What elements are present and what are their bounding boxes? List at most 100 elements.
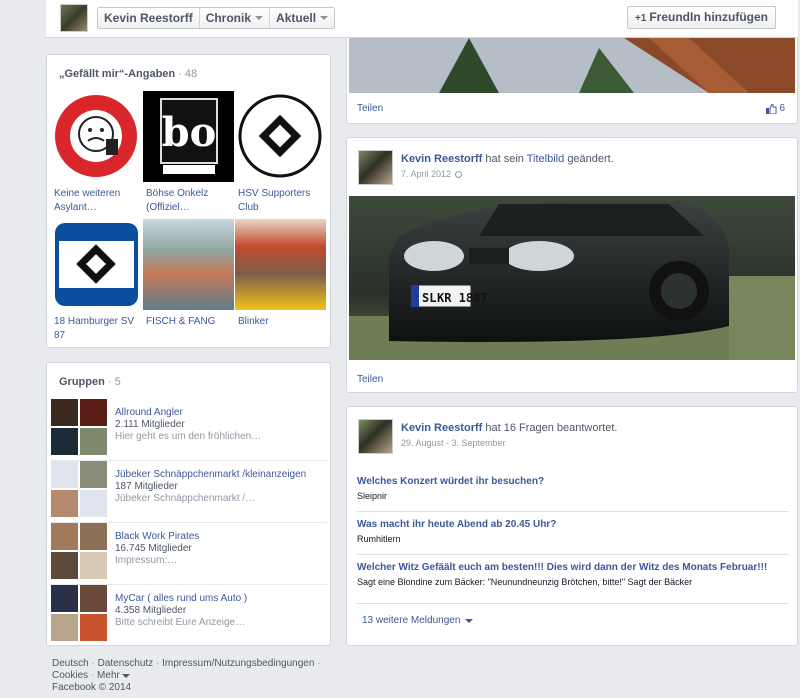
footer-link-datenschutz[interactable]: Datenschutz <box>98 658 154 669</box>
like-item[interactable]: FISCH & FANG <box>143 219 234 342</box>
magazine-cover <box>143 219 234 310</box>
like-count-value: 6 <box>779 103 785 114</box>
like-item[interactable]: 18 Hamburger SV 87 <box>51 219 142 342</box>
profile-name-button[interactable]: Kevin Reestorff <box>98 8 200 28</box>
group-text: Allround Angler 2.111 Mitglieder Hier ge… <box>115 407 325 443</box>
cover-photo-image[interactable]: SL KR 1887 <box>349 196 795 360</box>
like-item-label: Blinker <box>238 316 269 327</box>
answer-text: Rumhitlern <box>357 534 401 544</box>
group-item[interactable]: Black Work Pirates 16.745 Mitglieder Imp… <box>51 523 327 585</box>
thumbs-down-logo <box>51 91 142 182</box>
group-name[interactable]: Jübeker Schnäppchenmarkt /kleinanzeigen <box>115 469 325 481</box>
question-link[interactable]: Welches Konzert würdet ihr besuchen? <box>357 476 789 488</box>
footer-link-cookies[interactable]: Cookies <box>52 670 88 681</box>
add-friend-label: FreundIn hinzufügen <box>649 10 768 24</box>
profile-name: Kevin Reestorff <box>104 11 193 25</box>
groups-card: Gruppen · 5 Allround Angler 2.111 Mitgli… <box>46 362 331 646</box>
aktuell-dropdown[interactable]: Aktuell <box>270 8 334 28</box>
group-item[interactable]: MyCar ( alles rund ums Auto ) 4.358 Mitg… <box>51 585 327 647</box>
questions-post: Kevin Reestorff hat 16 Fragen beantworte… <box>346 406 798 646</box>
chronik-dropdown[interactable]: Chronik <box>200 8 271 28</box>
post-header: Kevin Reestorff hat 16 Fragen beantworte… <box>401 422 617 434</box>
more-updates-label: 13 weitere Meldungen <box>362 615 461 626</box>
license-plate-right: KR 1887 <box>437 291 488 305</box>
post-author-name[interactable]: Kevin Reestorff <box>401 153 482 165</box>
group-text: Black Work Pirates 16.745 Mitglieder Imp… <box>115 531 325 567</box>
groups-title[interactable]: Gruppen · 5 <box>47 363 330 388</box>
like-item-label: Keine weiteren Asylant… <box>54 188 121 213</box>
hsv-diamond-logo <box>235 91 326 182</box>
group-description: Hier geht es um den fröhlichen… <box>115 431 262 442</box>
post-action-text: geändert. <box>567 153 614 165</box>
svg-text:bo: bo <box>162 109 217 156</box>
cover-photo-post: Kevin Reestorff hat sein Titelbild geänd… <box>346 137 798 393</box>
footer-link-impressum[interactable]: Impressum/Nutzungsbedingungen <box>162 658 314 669</box>
likes-title[interactable]: „Gefällt mir“-Angaben · 48 <box>47 55 330 80</box>
post-author-name[interactable]: Kevin Reestorff <box>401 422 482 434</box>
group-text: MyCar ( alles rund ums Auto ) 4.358 Mitg… <box>115 593 325 629</box>
timeline-nav: Kevin Reestorff Chronik Aktuell <box>97 7 336 29</box>
group-name[interactable]: Allround Angler <box>115 407 325 419</box>
aktuell-label: Aktuell <box>276 11 317 25</box>
post-timestamp[interactable]: 29. August - 3. September <box>401 438 506 448</box>
like-item[interactable]: HSV Supporters Club <box>235 91 326 214</box>
post-photo[interactable] <box>349 38 795 93</box>
magazine-cover <box>235 219 326 310</box>
question-link[interactable]: Welcher Witz Gefäält euch am besten!!! D… <box>357 562 789 574</box>
group-name[interactable]: MyCar ( alles rund ums Auto ) <box>115 593 325 605</box>
post-timestamp[interactable]: 7. April 2012 <box>401 169 451 179</box>
share-link[interactable]: Teilen <box>357 374 383 385</box>
globe-icon <box>455 170 463 178</box>
post-action-text: hat sein <box>485 153 524 165</box>
like-item[interactable]: Blinker <box>235 219 326 342</box>
group-name[interactable]: Black Work Pirates <box>115 531 325 543</box>
page-footer: Deutsch · Datenschutz · Impressum/Nutzun… <box>52 658 322 694</box>
like-item[interactable]: bo Böhse Onkelz (Offiziel… <box>143 91 234 214</box>
groups-title-text: Gruppen <box>59 376 105 388</box>
question-link[interactable]: Was macht ihr heute Abend ab 20.45 Uhr? <box>357 519 789 531</box>
like-item-label: HSV Supporters Club <box>238 188 311 213</box>
profile-avatar[interactable] <box>60 4 88 32</box>
share-link[interactable]: Teilen <box>357 103 383 114</box>
group-description: Impressum:… <box>115 555 178 566</box>
cover-photo-link[interactable]: Titelbild <box>527 153 565 165</box>
timeline-sticky-header: Kevin Reestorff Chronik Aktuell +1 Freund… <box>46 0 798 38</box>
chevron-down-icon <box>255 16 264 20</box>
post-action-text: hat 16 Fragen beantwortet. <box>485 422 618 434</box>
likes-count: · 48 <box>178 68 198 80</box>
footer-link-mehr[interactable]: Mehr <box>97 670 120 681</box>
footer-copyright: Facebook © 2014 <box>52 682 132 693</box>
likes-title-text: „Gefällt mir“-Angaben <box>59 68 176 80</box>
more-updates-link[interactable]: 13 weitere Meldungen <box>362 615 474 626</box>
post-author-avatar[interactable] <box>358 419 393 454</box>
chevron-down-icon <box>465 618 474 623</box>
group-members: 4.358 Mitglieder <box>115 605 187 616</box>
photo-post-partial: Teilen 6 <box>346 38 798 124</box>
like-item[interactable]: Keine weiteren Asylant… <box>51 91 142 214</box>
group-members: 2.111 Mitglieder <box>115 419 185 430</box>
answer-text: Sagt eine Blondine zum Bäcker: "Neunundn… <box>357 577 693 587</box>
post-author-avatar[interactable] <box>358 150 393 185</box>
groups-count: · 5 <box>107 376 121 388</box>
question-answer-item: Welcher Witz Gefäält euch am besten!!! D… <box>357 562 789 604</box>
like-count[interactable]: 6 <box>766 103 785 114</box>
bo-logo: bo <box>143 91 234 182</box>
post-date: 29. August - 3. September <box>401 438 506 448</box>
post-header: Kevin Reestorff hat sein Titelbild geänd… <box>401 153 614 165</box>
group-members: 187 Mitglieder <box>115 481 178 492</box>
footer-separator: · <box>317 658 321 669</box>
question-answer-item: Welches Konzert würdet ihr besuchen? Sle… <box>357 476 789 512</box>
question-answer-item: Was macht ihr heute Abend ab 20.45 Uhr? … <box>357 519 789 555</box>
group-description: Jübeker Schnäppchenmarkt /… <box>115 493 256 504</box>
footer-separator: · <box>155 658 160 669</box>
footer-link-deutsch[interactable]: Deutsch <box>52 658 89 669</box>
group-thumbnails <box>51 461 107 517</box>
chevron-down-icon <box>320 16 329 20</box>
group-thumbnails <box>51 399 107 455</box>
group-item[interactable]: Jübeker Schnäppchenmarkt /kleinanzeigen … <box>51 461 327 523</box>
thumbs-up-icon <box>766 103 777 114</box>
group-thumbnails <box>51 523 107 579</box>
group-text: Jübeker Schnäppchenmarkt /kleinanzeigen … <box>115 469 325 505</box>
add-friend-button[interactable]: +1 FreundIn hinzufügen <box>626 6 776 29</box>
group-item[interactable]: Allround Angler 2.111 Mitglieder Hier ge… <box>51 399 327 461</box>
